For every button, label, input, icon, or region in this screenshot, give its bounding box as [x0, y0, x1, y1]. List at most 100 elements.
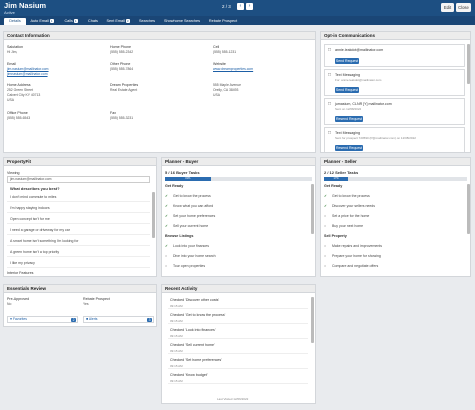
edit-button[interactable]: Edit: [441, 3, 454, 12]
check-icon: ✓: [324, 194, 327, 198]
send-request-button[interactable]: Send Request: [335, 87, 359, 93]
scrollbar[interactable]: [152, 192, 155, 238]
scrollbar[interactable]: [311, 297, 314, 343]
fit-option[interactable]: I need a garage or driveway for my car: [7, 226, 150, 235]
essentials-review-panel: Essentials Review Pre-Approved No Rebate…: [3, 284, 157, 327]
panel-title: PropertyFit: [4, 158, 156, 166]
fit-option[interactable]: I like my privacy: [7, 259, 150, 268]
circle-icon: ○: [165, 254, 168, 258]
section-heading: Get Ready: [324, 184, 343, 188]
task-item[interactable]: ○ Set a price for the home: [324, 211, 369, 221]
tab-details[interactable]: Details: [4, 17, 26, 25]
task-item[interactable]: ✓ Get to know the process: [324, 191, 370, 201]
check-icon: ✓: [165, 204, 168, 208]
activity-item: Checked 'Know budget' 09:15 AM: [168, 372, 308, 384]
tab-chats[interactable]: Chats: [84, 18, 102, 26]
chevron-left-icon[interactable]: ‹: [237, 3, 244, 10]
section-heading: Browse Listings: [165, 234, 194, 238]
rebate-value: Yes: [83, 302, 89, 306]
propertyfit-panel: PropertyFit Viewing jim.nasium@mailinato…: [3, 157, 157, 277]
task-item[interactable]: ✓ Know what you can afford: [165, 201, 213, 211]
address-line: 252 Green Street: [7, 88, 34, 92]
favorites-button[interactable]: ♥ Favorites 2: [7, 316, 78, 323]
check-icon: ✓: [165, 214, 168, 218]
company-address-line: USA: [213, 93, 220, 97]
chat-icon: □: [328, 47, 332, 53]
salutation-value: Hi Jim,: [7, 50, 18, 54]
email-link[interactable]: jimnasium@mailinator.com: [7, 72, 48, 76]
task-item[interactable]: ○ Buy your next home: [324, 221, 363, 231]
task-item[interactable]: ✓ Sell your current home: [165, 221, 208, 231]
preapproved-value: No: [7, 302, 12, 306]
tab-calls[interactable]: Calls 1: [60, 18, 82, 26]
optin-communications-panel: Opt-in Communications □ annie.leakdot@ma…: [320, 31, 471, 153]
optin-item: □ annie.leakdot@mailinator.com Send Requ…: [324, 44, 465, 67]
home-phone-value: (555) 555-2342: [110, 50, 134, 54]
website-link[interactable]: www.dreamproperties.com: [213, 67, 253, 71]
bell-icon: ■: [86, 317, 89, 321]
optin-subtitle: Sent for prospect 720590 (P@mailinator.c…: [335, 136, 416, 140]
tab-searches[interactable]: Searches: [135, 18, 159, 26]
company-name: Dream Properties: [110, 83, 139, 87]
optin-title: Text Messaging: [335, 131, 360, 135]
scrollbar[interactable]: [311, 184, 314, 234]
activity-item: Checked 'Set home preferences' 09:15 AM: [168, 357, 308, 369]
activity-item: Checked 'Get to know the process' 09:15 A…: [168, 312, 308, 324]
question-heading: What describes you best?: [10, 186, 60, 191]
check-icon: ✓: [324, 204, 327, 208]
task-item[interactable]: ○ Compare and negotiate offers: [324, 261, 378, 271]
panel-title: Essentials Review: [4, 285, 156, 293]
activity-item: Checked 'Sell current home' 09:15 AM: [168, 342, 308, 354]
panel-title: Opt-in Communications: [321, 32, 470, 40]
task-item[interactable]: ✓ Look into your finances: [165, 241, 209, 251]
tab-rebate-prospect[interactable]: Rebate Prospect: [205, 18, 241, 26]
tab-bar: Details Auto Email 1 Calls 1 Chats Sent Em…: [0, 16, 475, 25]
task-item[interactable]: ✓ Set your home preferences: [165, 211, 215, 221]
optin-item: □ Text Messaging For: annie.leakdot@mail…: [324, 69, 465, 96]
circle-icon: ○: [165, 264, 168, 268]
task-item[interactable]: ○ Make repairs and improvements: [324, 241, 382, 251]
progress-fill: 17%: [324, 177, 349, 181]
scrollbar[interactable]: [467, 184, 470, 234]
panel-title: Recent Activity: [162, 285, 315, 293]
task-item[interactable]: ✓ Get to know the process: [165, 191, 211, 201]
fit-option[interactable]: A green home isn't a top priority: [7, 248, 150, 257]
email-link[interactable]: jim.nasium@mailinator.com: [7, 67, 49, 71]
task-item[interactable]: ✓ Discover your sellers needs: [324, 201, 375, 211]
alerts-button[interactable]: ■ Alerts 3: [83, 316, 154, 323]
fax-value: (555) 555-3231: [110, 116, 134, 120]
panel-title: Contact Information: [4, 32, 315, 40]
send-request-button[interactable]: Send Request: [335, 58, 359, 64]
cell-label: Cell: [213, 45, 220, 49]
header-bar: Jim Nasium Active 2 / 3 ‹ › Edit Close: [0, 0, 475, 16]
fit-option[interactable]: I'm happy staying indoors: [7, 204, 150, 213]
tab-showhome-searches[interactable]: Showhome Searches: [161, 18, 203, 26]
fit-option[interactable]: Open concept isn't for me: [7, 215, 150, 224]
close-button[interactable]: Close: [456, 3, 471, 12]
company-address-line: 555 Maple Avenue: [213, 83, 242, 87]
task-item[interactable]: ○ Prepare your home for showing: [324, 251, 381, 261]
task-item[interactable]: ○ Tour open properties: [165, 261, 205, 271]
viewing-select[interactable]: jim.nasium@mailinator.com: [7, 176, 150, 183]
fit-option[interactable]: I don't mind commute to miles: [7, 193, 150, 202]
chevron-right-icon[interactable]: ›: [246, 3, 253, 10]
tab-sent-email[interactable]: Sent Email 3: [104, 18, 132, 26]
home-phone-label: Home Phone: [110, 45, 131, 49]
tab-auto-email[interactable]: Auto Email 1: [28, 18, 56, 26]
optin-item: □ Text Messaging Sent for prospect 72059…: [324, 127, 465, 152]
circle-icon: ○: [324, 244, 327, 248]
check-icon: ✓: [165, 194, 168, 198]
viewing-label: Viewing: [7, 171, 20, 175]
scrollbar[interactable]: [467, 44, 470, 84]
count-badge: 1: [49, 18, 54, 23]
address-line: USA: [7, 98, 14, 102]
resend-request-button[interactable]: Resend Request: [335, 116, 363, 122]
fit-option[interactable]: A smart home isn't something I'm looking…: [7, 237, 150, 246]
recent-activity-panel: Recent Activity Checked 'Discover other …: [161, 284, 316, 404]
task-item[interactable]: ○ Dive into your home search: [165, 251, 216, 261]
task-summary: 5 / 16 Buyer Tasks: [165, 170, 200, 175]
office-phone-label: Office Phone: [7, 111, 28, 115]
check-icon: ✓: [165, 224, 168, 228]
count-badge: 3: [147, 317, 152, 322]
resend-request-button[interactable]: Resend Request: [335, 145, 363, 151]
